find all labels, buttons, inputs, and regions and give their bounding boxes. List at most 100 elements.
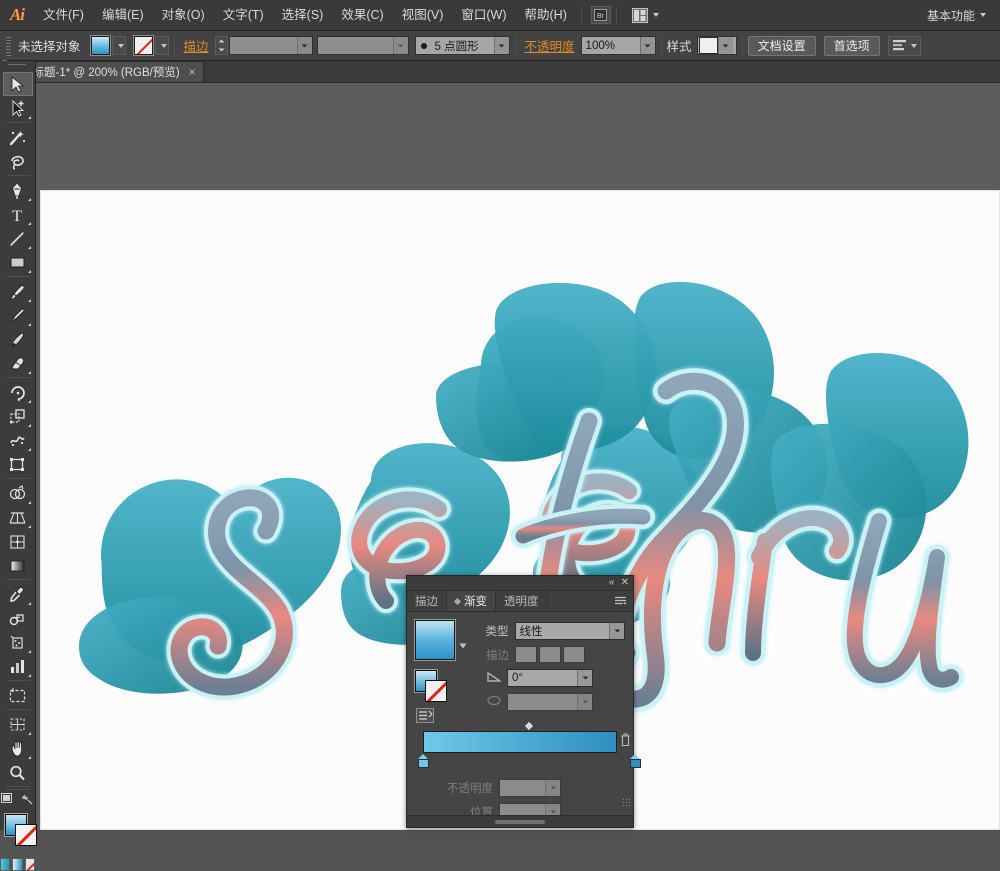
pencil-icon [11,307,26,321]
gradient-angle-input[interactable]: 0° [507,669,593,687]
width-warp-tool[interactable] [3,428,33,452]
fill-swatch-group[interactable] [89,35,126,56]
stroke-weight-input[interactable] [228,36,313,55]
pencil-tool[interactable] [3,303,33,327]
slice-tool[interactable] [3,712,33,736]
menu-edit[interactable]: 编辑(E) [93,0,153,31]
gradient-stop-start[interactable] [417,754,429,768]
menu-object[interactable]: 对象(O) [153,0,214,31]
align-options-button[interactable] [887,35,921,56]
line-segment-tool[interactable] [3,226,33,250]
toolbar-stroke-swatch[interactable] [15,824,37,846]
tool-flyout-indicator [27,116,31,119]
scale-tool[interactable] [3,404,33,428]
panel-menu-icon[interactable] [608,591,633,611]
eyedropper-tool[interactable] [3,582,33,606]
symbol-sprayer-tool[interactable] [3,630,33,654]
stroke-link[interactable]: 描边 [184,36,209,55]
type-tool[interactable]: T [3,202,33,226]
brush-definition-select[interactable]: 5 点圆形 [414,36,510,55]
gradient-preview-swatch[interactable] [414,619,456,661]
fill-swatch-dropdown[interactable] [111,36,126,55]
artboard-tool[interactable] [3,683,33,707]
preferences-button[interactable]: 首选项 [823,35,880,56]
control-bar-grip[interactable] [4,34,13,57]
gradient-opacity-input[interactable] [499,779,561,797]
color-mode-buttons [0,858,35,871]
tab-gradient[interactable]: 渐变 [447,591,496,611]
mesh-tool[interactable] [3,529,33,553]
color-button[interactable] [0,858,11,871]
gradient-tool[interactable] [3,553,33,577]
menu-divider-2 [615,5,617,25]
screen-mode-button[interactable] [0,793,35,806]
opacity-link[interactable]: 不透明度 [525,36,575,55]
tab-stroke[interactable]: 描边 [407,591,447,611]
stroke-swatch-group[interactable] [132,35,169,56]
gradient-stroke-swatch[interactable] [425,680,447,702]
panel-titlebar[interactable]: « ✕ [407,576,633,591]
document-tab[interactable]: 未标题-1* @ 200% (RGB/预览) × [13,61,204,82]
stroke-weight-stepper[interactable] [214,36,228,55]
free-transform-tool[interactable] [3,452,33,476]
gradient-button[interactable] [12,858,23,871]
close-icon[interactable]: ✕ [621,578,629,588]
panel-drag-bar[interactable] [495,819,545,824]
menu-view[interactable]: 视图(V) [393,0,453,31]
selection-tool[interactable] [2,72,33,96]
rectangle-tool[interactable] [3,250,33,274]
perspective-grid-tool[interactable] [3,505,33,529]
collapse-icon[interactable]: « [609,578,615,588]
magic-wand-tool[interactable] [3,125,33,149]
opacity-input[interactable]: 100% [580,36,656,55]
column-graph-tool[interactable] [3,654,33,678]
tool-flyout-indicator [27,674,31,677]
tools-panel-grip[interactable] [0,61,35,72]
stroke-profile-select[interactable] [316,36,409,55]
menu-window[interactable]: 窗口(W) [452,0,515,31]
graphic-style-select[interactable] [696,36,737,55]
eraser-tool[interactable] [3,351,33,375]
gradient-presets-dropdown[interactable] [459,638,467,652]
stroke-within-button[interactable] [515,646,537,663]
selection-status-label: 未选择对象 [18,40,81,54]
workspace-switcher[interactable]: 基本功能 [921,5,992,26]
none-button[interactable] [24,858,35,871]
rotate-tool[interactable] [3,380,33,404]
lasso-tool[interactable] [3,149,33,173]
menu-effect[interactable]: 效果(C) [332,0,392,31]
panel-resize-grip[interactable] [622,798,631,807]
arrange-documents-button[interactable] [631,7,659,23]
gradient-fill-stroke-swatches[interactable] [414,669,449,704]
gradient-aspect-input[interactable] [507,693,593,711]
stroke-across-button[interactable] [563,646,585,663]
menu-help[interactable]: 帮助(H) [516,0,576,31]
blob-brush-tool[interactable] [3,327,33,351]
menu-file[interactable]: 文件(F) [34,0,93,31]
hand-tool[interactable] [3,736,33,760]
gradient-slider[interactable] [423,731,617,753]
stroke-along-button[interactable] [539,646,561,663]
blend-tool[interactable] [3,606,33,630]
reverse-gradient-button[interactable] [416,708,434,726]
close-icon[interactable]: × [189,66,196,78]
direct-selection-tool[interactable] [3,96,33,120]
fill-color-swatch[interactable] [89,35,111,56]
document-setup-button[interactable]: 文档设置 [747,35,816,56]
pen-tool[interactable] [3,178,33,202]
bridge-button[interactable]: Br [590,6,611,24]
stroke-swatch-dropdown[interactable] [154,36,169,55]
gradient-midpoint-stop[interactable] [523,720,535,732]
paintbrush-tool[interactable] [3,279,33,303]
menu-type[interactable]: 文字(T) [214,0,273,31]
tab-transparency[interactable]: 透明度 [496,591,548,611]
gradient-stop-end[interactable] [629,754,641,768]
gradient-type-select[interactable]: 线性 [514,622,625,640]
gradient-panel[interactable]: « ✕ 描边 渐变 透明度 类型 线性 描边 0° 不透明度 位置 [406,575,641,828]
gradient-opacity-label: 不透明度 [447,783,493,795]
menu-select[interactable]: 选择(S) [273,0,333,31]
stroke-color-swatch[interactable] [132,35,154,56]
zoom-tool[interactable] [3,760,33,784]
delete-stop-icon[interactable] [620,733,631,750]
shape-builder-tool[interactable] [3,481,33,505]
